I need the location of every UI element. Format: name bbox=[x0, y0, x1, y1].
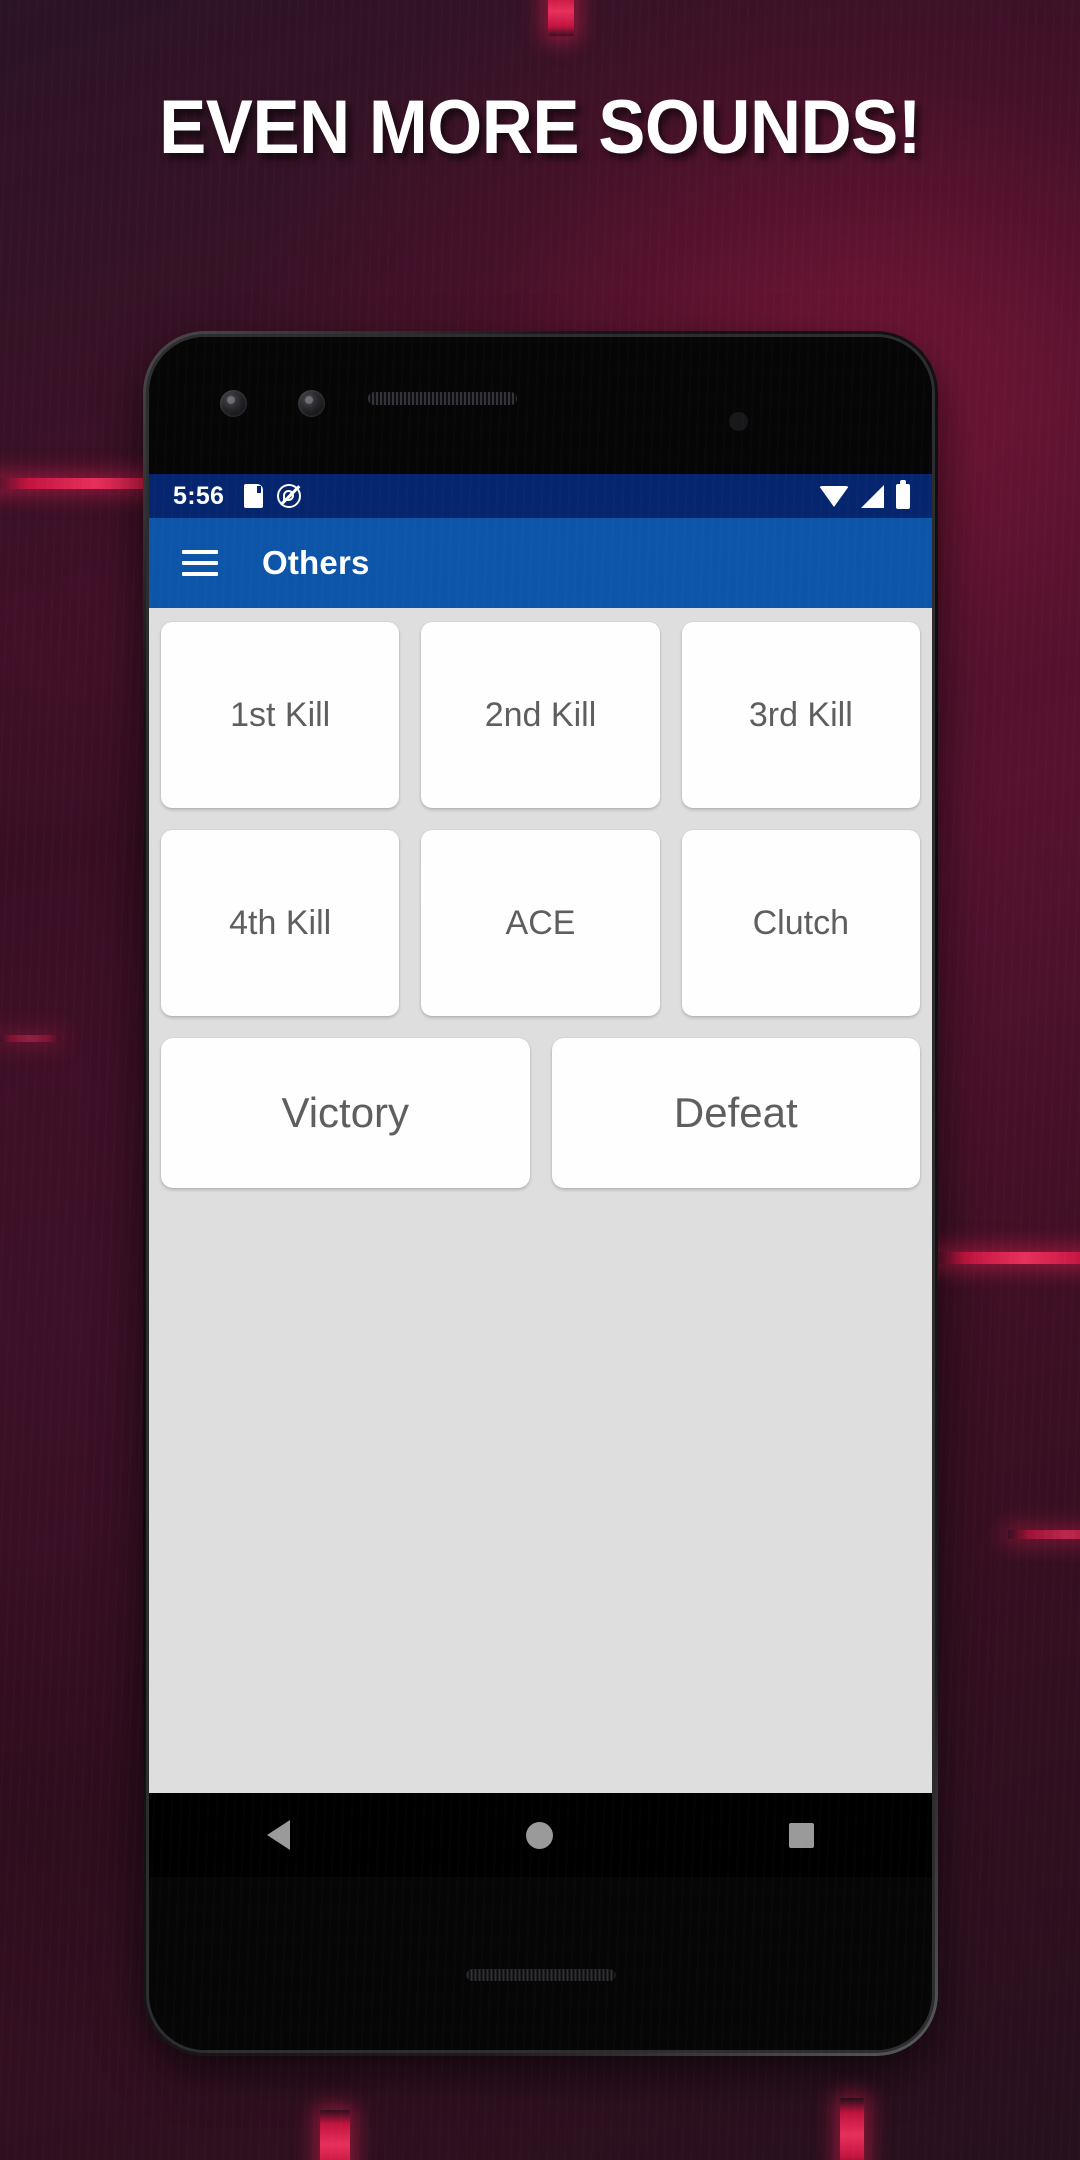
decorative-streak bbox=[548, 0, 574, 36]
sound-tile-1st-kill[interactable]: 1st Kill bbox=[161, 622, 400, 808]
phone-screen-bezel: 5:56 Others 1st Kill 2nd Kill 3rd Kill 4… bbox=[146, 334, 935, 2053]
promo-headline: EVEN MORE SOUNDS! bbox=[159, 85, 921, 170]
sound-tile-defeat[interactable]: Defeat bbox=[551, 1038, 920, 1188]
page-title: Others bbox=[262, 544, 370, 581]
back-button-icon[interactable] bbox=[267, 1820, 290, 1850]
sound-grid-row: 1st Kill 2nd Kill 3rd Kill bbox=[161, 622, 920, 808]
speaker-grille-icon bbox=[368, 392, 517, 405]
camera-icon bbox=[220, 390, 247, 417]
phone-bottom-bezel bbox=[149, 1877, 932, 2050]
hamburger-menu-icon[interactable] bbox=[182, 550, 218, 576]
app-bar: Others bbox=[149, 518, 932, 608]
sd-card-icon bbox=[244, 484, 264, 508]
decorative-streak bbox=[1008, 1530, 1080, 1539]
wifi-icon bbox=[819, 485, 849, 507]
android-navigation-bar bbox=[149, 1793, 932, 1877]
home-button-icon[interactable] bbox=[526, 1821, 553, 1849]
camera-icon bbox=[298, 390, 325, 417]
status-bar-right-icons bbox=[819, 479, 910, 509]
sound-tile-2nd-kill[interactable]: 2nd Kill bbox=[421, 622, 660, 808]
promo-banner: EVEN MORE SOUNDS! 5:56 Others 1st Kill 2… bbox=[0, 0, 1080, 2160]
decorative-streak bbox=[840, 2098, 864, 2160]
sound-grid-row: Victory Defeat bbox=[161, 1038, 920, 1188]
decorative-streak bbox=[0, 1035, 60, 1042]
no-sync-icon bbox=[277, 484, 302, 508]
sound-tile-victory[interactable]: Victory bbox=[161, 1038, 530, 1188]
status-bar: 5:56 bbox=[149, 474, 932, 518]
sound-tile-4th-kill[interactable]: 4th Kill bbox=[161, 830, 400, 1016]
phone-device-frame: 5:56 Others 1st Kill 2nd Kill 3rd Kill 4… bbox=[143, 331, 938, 2056]
phone-top-bezel bbox=[149, 337, 932, 474]
sound-tile-3rd-kill[interactable]: 3rd Kill bbox=[681, 622, 920, 808]
sound-grid-row: 4th Kill ACE Clutch bbox=[161, 830, 920, 1016]
decorative-streak bbox=[930, 1252, 1080, 1264]
status-bar-left-icons bbox=[244, 484, 302, 508]
sound-tile-ace[interactable]: ACE bbox=[421, 830, 660, 1016]
android-screen: 5:56 Others 1st Kill 2nd Kill 3rd Kill 4… bbox=[149, 474, 932, 1877]
proximity-sensor-icon bbox=[729, 412, 748, 431]
sound-grid: 1st Kill 2nd Kill 3rd Kill 4th Kill ACE … bbox=[149, 608, 932, 1877]
signal-icon bbox=[861, 484, 884, 508]
sound-tile-clutch[interactable]: Clutch bbox=[681, 830, 920, 1016]
battery-icon bbox=[896, 479, 910, 509]
recent-apps-button-icon[interactable] bbox=[789, 1822, 814, 1848]
status-bar-clock: 5:56 bbox=[173, 481, 225, 510]
speaker-grille-icon bbox=[466, 1969, 615, 1981]
decorative-streak bbox=[320, 2110, 350, 2160]
